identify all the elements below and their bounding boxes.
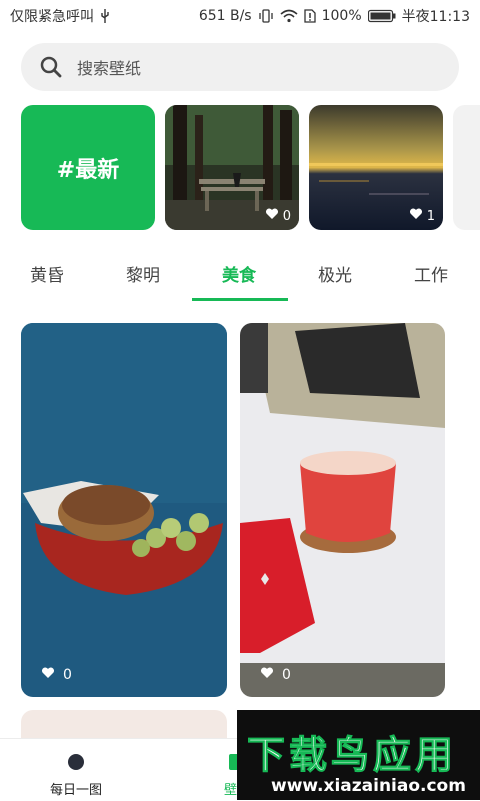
status-bar: 仅限紧急呼叫 651 B/s 100% 半夜11:13 [0,0,480,32]
latest-card[interactable]: #最新 [21,105,155,230]
watermark-title: 下载鸟应用 [246,733,458,778]
battery-percent: 100% [321,8,362,24]
heart-icon [265,208,279,224]
muffin-grapes-image [21,323,227,697]
search-bar[interactable]: 搜索壁纸 [21,43,459,91]
battery-icon [367,9,396,23]
active-tab-indicator [192,298,288,301]
wallpaper-card[interactable]: 0 [240,323,445,697]
net-speed-text: 651 B/s [198,8,252,24]
watermark-overlay: 下载鸟应用 www.xiazainiao.com [237,710,480,800]
wallpaper-likes: 0 [260,667,291,683]
vibrate-icon [258,9,274,23]
featured-likes-count: 0 [282,208,291,224]
tab-work[interactable]: 工作 [414,261,448,286]
nav-daily-image[interactable]: 每日一图 [50,753,102,798]
search-icon [39,55,63,79]
watermark-url: www.xiazainiao.com [271,776,466,796]
usb-icon [100,9,110,23]
nav-daily-label: 每日一图 [50,783,103,798]
featured-card-sunset[interactable]: 1 [309,105,443,230]
heart-icon [409,208,423,224]
wifi-icon [280,9,298,23]
laptop-drink-image [240,323,445,697]
search-placeholder: 搜索壁纸 [77,59,142,78]
moon-icon [67,753,85,775]
tab-dawn[interactable]: 黎明 [126,261,160,286]
wallpaper-likes: 0 [41,667,72,683]
tab-food[interactable]: 美食 [222,261,256,286]
carrier-text: 仅限紧急呼叫 [10,9,94,25]
tab-dusk[interactable]: 黄昏 [30,261,64,286]
sim-alert-icon [303,9,316,23]
heart-icon [41,667,55,683]
latest-label: #最新 [56,157,120,183]
category-tabs: 黄昏 黎明 美食 极光 工作 [0,245,480,303]
featured-card-forest[interactable]: 0 [165,105,299,230]
wallpaper-likes-count: 0 [282,667,291,683]
heart-icon [260,667,274,683]
wallpaper-likes-count: 0 [63,667,72,683]
clock-text: 半夜11:13 [401,9,470,25]
featured-card-next[interactable] [453,105,480,230]
featured-carousel: #最新 0 1 [0,105,480,230]
featured-likes: 1 [409,208,435,224]
wallpaper-card[interactable]: 0 [21,323,227,697]
featured-likes: 0 [265,208,291,224]
featured-likes-count: 1 [426,208,435,224]
tab-aurora[interactable]: 极光 [318,261,352,286]
